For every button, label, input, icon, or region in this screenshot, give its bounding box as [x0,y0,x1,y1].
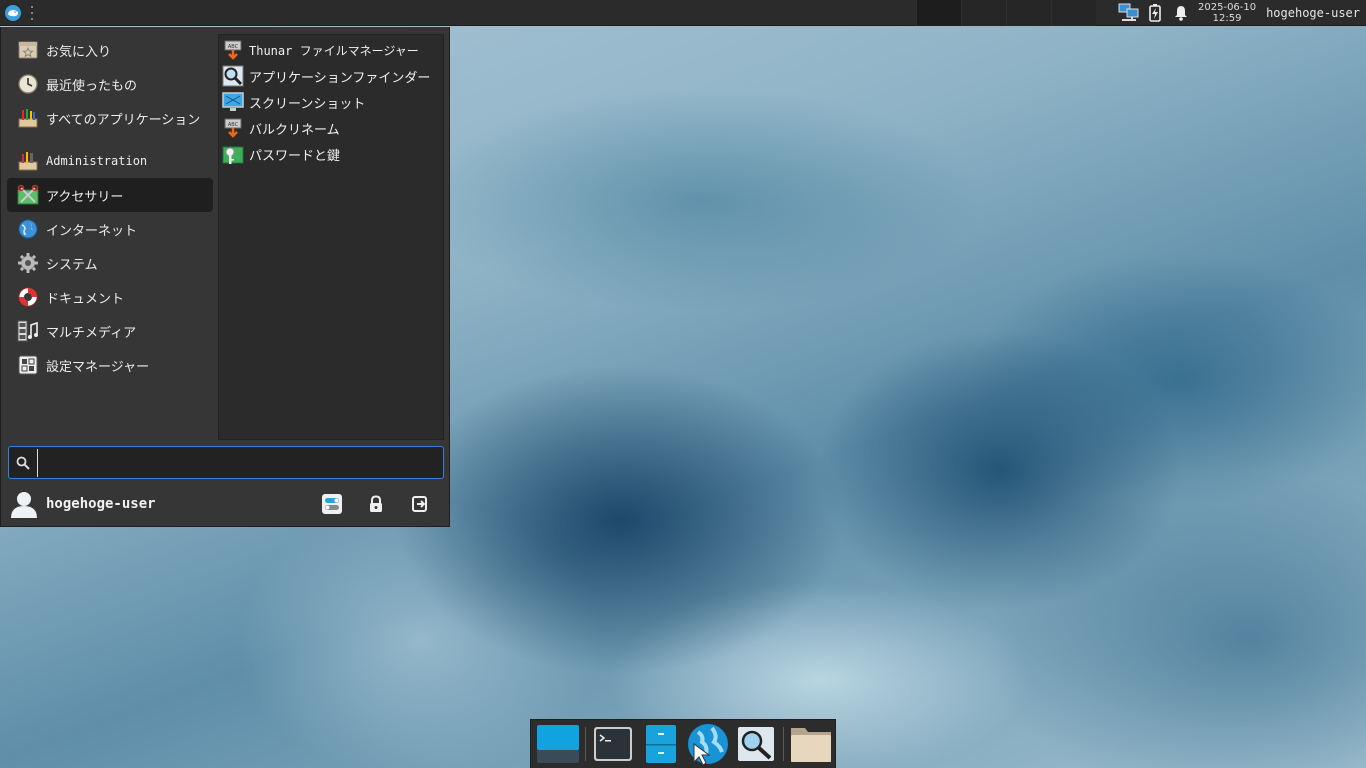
recent-clock-icon [17,73,39,95]
notification-bell-icon[interactable] [1168,0,1194,26]
battery-charging-icon[interactable] [1142,0,1168,26]
lock-screen-button[interactable] [361,489,391,519]
category-list: お気に入り 最近使ったもの すべてのアプリケーション Administratio… [7,33,213,382]
clock-time: 12:59 [1212,12,1242,24]
user-name: hogehoge-user [46,496,156,512]
system-gear-icon [17,252,39,274]
dock-file-manager[interactable] [637,721,685,767]
category-label: マルチメディア [46,325,137,341]
category-label: インターネット [46,223,138,239]
category-label: 設定マネージャー [46,359,150,375]
category-internet[interactable]: インターネット [7,212,213,246]
file-manager-icon [645,725,676,763]
show-desktop-icon [536,725,579,763]
avatar [8,488,40,520]
app-label: アプリケーションファインダー [249,70,431,86]
app-passwords-and-keys[interactable]: パスワードと鍵 [219,141,443,167]
whisker-menu-button[interactable] [0,0,26,26]
category-label: すべてのアプリケーション [46,112,201,128]
category-accessories[interactable]: アクセサリー [7,178,213,212]
category-settings-manager[interactable]: 設定マネージャー [7,348,213,382]
internet-globe-icon [17,218,39,240]
dock-terminal[interactable] [589,721,637,767]
category-label: お気に入り [46,44,112,60]
search-icon [9,456,37,470]
app-label: パスワードと鍵 [249,148,341,164]
system-tray: 2025-06-10 12:59 hogehoge-user [1116,0,1366,26]
multimedia-icon [17,320,39,342]
app-label: Thunar ファイルマネージャー [249,43,419,58]
search-input[interactable] [37,448,443,477]
clock[interactable]: 2025-06-10 12:59 [1194,2,1260,24]
administration-icon [17,150,39,172]
settings-toggle-button[interactable] [317,489,347,519]
all-applications-icon [17,107,39,129]
user-row: hogehoge-user [1,486,449,522]
network-wired-icon[interactable] [1116,0,1142,26]
panel-handle[interactable] [28,5,36,20]
dock-home-folder[interactable] [787,721,835,767]
app-label: バルクリネーム [249,122,340,138]
category-label: システム [46,257,98,273]
workspace-3[interactable] [1006,0,1052,26]
favorites-icon [17,39,39,61]
documentation-lifebuoy-icon [17,286,39,308]
lock-screen-icon [370,495,382,512]
search-box [8,446,444,479]
app-finder-magnifier-icon [221,64,245,88]
top-panel: 2025-06-10 12:59 hogehoge-user [0,0,1366,26]
app-finder-icon [738,727,775,761]
dock-web-browser[interactable] [684,721,732,767]
category-label: 最近使ったもの [46,78,138,94]
bulk-rename-icon: ABC [221,116,245,140]
category-favorites[interactable]: お気に入り [7,33,213,67]
category-administration[interactable]: Administration [7,144,213,178]
workspace-2[interactable] [961,0,1007,26]
category-recent[interactable]: 最近使ったもの [7,67,213,101]
category-label: Administration [46,154,148,168]
app-application-finder[interactable]: アプリケーションファインダー [219,63,443,89]
screenshot-icon [221,90,245,114]
web-browser-icon [688,724,729,766]
app-label: スクリーンショット [249,96,366,112]
category-all-applications[interactable]: すべてのアプリケーション [7,101,213,135]
app-thunar[interactable]: ABC Thunar ファイルマネージャー [219,37,443,63]
app-bulk-rename[interactable]: ABC バルクリネーム [219,115,443,141]
accessories-icon [17,184,39,206]
whisker-menu: お気に入り 最近使ったもの すべてのアプリケーション Administratio… [0,27,450,527]
dock-app-finder[interactable] [732,721,780,767]
log-out-button[interactable] [405,489,435,519]
home-folder-icon [791,728,832,762]
thunar-file-manager-icon: ABC [221,38,245,62]
passwords-keys-icon [221,142,245,166]
app-screenshot[interactable]: スクリーンショット [219,89,443,115]
settings-toggle-icon [322,494,342,514]
category-label: ドキュメント [46,291,125,307]
terminal-icon [593,727,632,761]
clock-date: 2025-06-10 [1198,1,1257,13]
dock [530,719,836,768]
svg-text:ABC: ABC [228,122,239,128]
category-documentation[interactable]: ドキュメント [7,280,213,314]
workspace-1[interactable] [916,0,962,26]
panel-user-name[interactable]: hogehoge-user [1260,6,1366,20]
settings-manager-icon [17,354,39,376]
category-label: アクセサリー [46,189,124,205]
application-list: ABC Thunar ファイルマネージャー アプリケーションファインダー スクリ… [218,34,444,440]
category-system[interactable]: システム [7,246,213,280]
workspace-switcher [916,0,1097,26]
dock-show-desktop[interactable] [534,721,582,767]
log-out-icon [412,496,427,512]
xfce-mouse-logo-icon [5,4,21,21]
category-multimedia[interactable]: マルチメディア [7,314,213,348]
workspace-4[interactable] [1051,0,1097,26]
svg-text:ABC: ABC [228,44,239,50]
